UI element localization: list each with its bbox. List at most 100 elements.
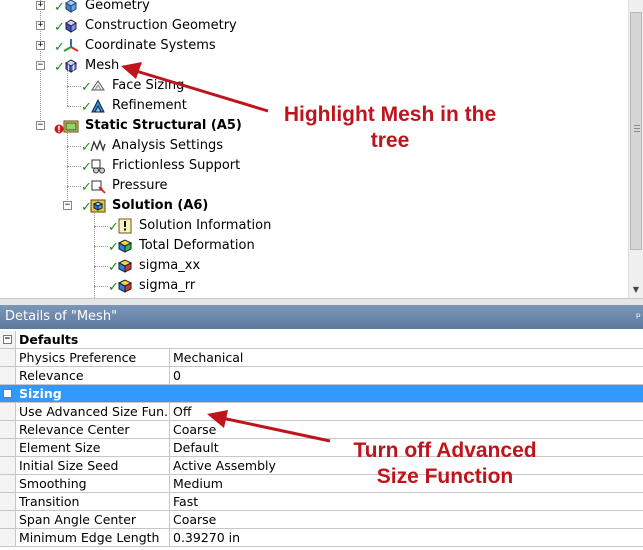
detail-value[interactable]: Mechanical <box>173 349 243 366</box>
group-defaults[interactable]: − Defaults <box>0 331 643 349</box>
detail-row-span-angle-center[interactable]: Span Angle Center Coarse <box>0 511 643 529</box>
expand-icon[interactable]: + <box>36 41 45 50</box>
tree-item-pressure[interactable]: ✓ Pressure <box>0 176 620 196</box>
column-divider <box>169 403 170 420</box>
scrollbar-thumb[interactable] <box>630 12 642 250</box>
detail-name: Physics Preference <box>19 350 137 365</box>
detail-row-relevance-center[interactable]: Relevance Center Coarse <box>0 421 643 439</box>
annotation-text: Turn off Advanced <box>353 439 537 462</box>
column-divider <box>169 493 170 510</box>
pressure-icon <box>90 178 106 194</box>
detail-row-use-advanced-size-function[interactable]: Use Advanced Size Fun... Off <box>0 403 643 421</box>
detail-name: Smoothing <box>19 476 87 491</box>
tree-item-label: Solution Information <box>139 218 272 233</box>
column-divider <box>169 511 170 528</box>
face-sizing-icon <box>90 78 106 94</box>
detail-value[interactable]: Coarse <box>173 421 216 438</box>
tree-item-coordinate-systems[interactable]: + ✓ Coordinate Systems <box>0 36 620 56</box>
grid-gutter <box>0 439 16 456</box>
tree-item-geometry[interactable]: + ✓ Geometry <box>0 0 620 16</box>
solution-icon <box>90 198 106 214</box>
group-label: Sizing <box>19 386 62 401</box>
collapse-icon[interactable]: − <box>36 121 45 130</box>
scrollbar-grip <box>634 128 640 129</box>
group-sizing[interactable]: − Sizing <box>0 385 643 403</box>
detail-name: Use Advanced Size Fun... <box>19 404 167 419</box>
detail-name: Initial Size Seed <box>19 458 119 473</box>
collapse-icon[interactable]: − <box>3 389 12 398</box>
tree-item-solution[interactable]: − ✓ Solution (A6) <box>0 196 620 216</box>
detail-name: Element Size <box>19 440 101 455</box>
detail-row-relevance[interactable]: Relevance 0 <box>0 367 643 385</box>
detail-name: Relevance Center <box>19 422 130 437</box>
tree-item-label: Frictionless Support <box>112 158 241 173</box>
group-label: Defaults <box>19 332 79 347</box>
tree-item-label: sigma_rr <box>139 278 196 293</box>
tree-item-face-sizing[interactable]: ✓ Face Sizing <box>0 76 620 96</box>
geometry-icon <box>63 0 79 14</box>
detail-value[interactable]: Fast <box>173 493 198 510</box>
grid-gutter <box>0 421 16 438</box>
result-icon <box>117 258 133 274</box>
scrollbar-grip <box>634 125 640 126</box>
detail-value[interactable]: Active Assembly <box>173 457 276 474</box>
details-title: Details of "Mesh" <box>5 309 118 324</box>
detail-row-transition[interactable]: Transition Fast <box>0 493 643 511</box>
detail-row-physics-preference[interactable]: Physics Preference Mechanical <box>0 349 643 367</box>
result-icon <box>117 278 133 294</box>
tree-item-label: Construction Geometry <box>85 18 237 33</box>
scrollbar-grip <box>634 131 640 132</box>
detail-name: Transition <box>19 494 80 509</box>
expand-icon[interactable]: + <box>36 21 45 30</box>
detail-value[interactable]: Coarse <box>173 511 216 528</box>
pin-icon[interactable]: ᵖ <box>636 305 641 329</box>
detail-value[interactable]: 0 <box>173 367 181 384</box>
grid-gutter <box>0 529 16 546</box>
annotation-text: Size Function <box>376 465 514 488</box>
detail-name: Minimum Edge Length <box>19 530 160 545</box>
tree-item-label: Face Sizing <box>112 78 185 93</box>
tree-item-label: Geometry <box>85 0 150 13</box>
analysis-settings-icon <box>90 138 106 154</box>
detail-value[interactable]: Off <box>173 403 191 420</box>
tree-item-sigma-rr[interactable]: ✓ sigma_rr <box>0 276 620 296</box>
grid-gutter: − <box>0 385 16 402</box>
tree-item-total-deformation[interactable]: ✓ Total Deformation <box>0 236 620 256</box>
tree-item-construction-geometry[interactable]: + ✓ Construction Geometry <box>0 16 620 36</box>
column-divider <box>169 475 170 492</box>
tree-item-frictionless-support[interactable]: ✓ Frictionless Support <box>0 156 620 176</box>
detail-value[interactable]: 0.39270 in <box>173 529 240 546</box>
frictionless-support-icon <box>90 158 106 174</box>
grid-gutter <box>0 493 16 510</box>
tree-item-sigma-xx[interactable]: ✓ sigma_xx <box>0 256 620 276</box>
tree-item-label: Analysis Settings <box>112 138 224 153</box>
column-divider <box>169 439 170 456</box>
result-icon <box>117 238 133 254</box>
tree-item-mesh[interactable]: − ✓ Mesh <box>0 56 620 76</box>
tree-item-solution-information[interactable]: ✓ Solution Information <box>0 216 620 236</box>
grid-gutter <box>0 403 16 420</box>
tree-item-label: Pressure <box>112 178 168 193</box>
tree-item-label: Static Structural (A5) <box>85 118 242 133</box>
column-divider <box>169 349 170 366</box>
solution-information-icon <box>117 218 133 234</box>
tree-item-label: sigma_xx <box>139 258 201 273</box>
scroll-down-arrow-icon[interactable]: ▼ <box>629 283 643 297</box>
refinement-icon <box>90 98 106 114</box>
grid-gutter <box>0 475 16 492</box>
tree-scrollbar[interactable]: ▼ <box>628 0 643 298</box>
detail-name: Relevance <box>19 368 84 383</box>
pane-splitter[interactable] <box>0 298 643 305</box>
expand-icon[interactable]: + <box>36 1 45 10</box>
detail-row-minimum-edge-length[interactable]: Minimum Edge Length 0.39270 in <box>0 529 643 547</box>
collapse-icon[interactable]: − <box>3 335 12 344</box>
annotation-sizing-note: Turn off Advanced Size Function <box>330 438 560 490</box>
collapse-icon[interactable]: − <box>36 61 45 70</box>
annotation-text: Highlight Mesh in the <box>283 103 497 126</box>
collapse-icon[interactable]: − <box>63 201 72 210</box>
tree-item-label: Mesh <box>85 58 120 73</box>
annotation-text: tree <box>370 129 410 152</box>
mesh-icon <box>63 58 79 74</box>
detail-value[interactable]: Default <box>173 439 219 456</box>
detail-value[interactable]: Medium <box>173 475 223 492</box>
